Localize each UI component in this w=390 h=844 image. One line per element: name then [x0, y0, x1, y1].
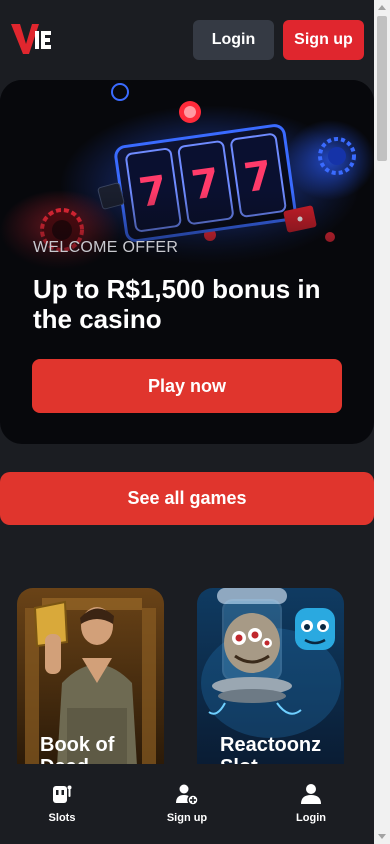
page-viewport: Login Sign up 7 7 WELCOME OFFER Up to R$…: [0, 0, 374, 844]
user-icon: [301, 784, 321, 804]
header: Login Sign up: [0, 0, 374, 80]
game-title: Book of Dead: [40, 734, 115, 766]
signup-button[interactable]: Sign up: [283, 20, 364, 60]
nav-label: Login: [296, 812, 326, 824]
scrollbar-thumb[interactable]: [377, 16, 387, 161]
vertical-scrollbar[interactable]: [374, 0, 390, 844]
slot-machine-icon: [53, 785, 72, 803]
scroll-down-arrow-icon[interactable]: [378, 834, 386, 839]
login-button[interactable]: Login: [193, 20, 274, 60]
bottom-navigation: Slots Sign up Login: [0, 764, 374, 844]
game-card-book-of-dead[interactable]: Book of Dead: [17, 588, 164, 766]
nav-label: Sign up: [166, 812, 208, 824]
see-all-games-button[interactable]: See all games: [0, 472, 374, 525]
offer-eyebrow: WELCOME OFFER: [33, 239, 179, 256]
scroll-up-arrow-icon[interactable]: [378, 5, 386, 10]
game-title: Reactoonz Slot: [220, 734, 322, 766]
play-now-button[interactable]: Play now: [32, 359, 342, 413]
welcome-offer-banner: 7 7 7 WELCOME OFFER Up to R$1,500 bonus …: [0, 80, 374, 444]
nav-item-sign-up[interactable]: Sign up: [125, 764, 249, 844]
nav-item-login[interactable]: Login: [249, 764, 373, 844]
add-user-icon: [176, 784, 199, 806]
brand-logo[interactable]: [11, 22, 51, 56]
nav-label: Slots: [48, 812, 76, 824]
game-card-reactoonz[interactable]: Reactoonz Slot: [197, 588, 344, 766]
nav-item-slots[interactable]: Slots: [0, 764, 124, 844]
offer-title: Up to R$1,500 bonus in the casino: [33, 274, 321, 334]
